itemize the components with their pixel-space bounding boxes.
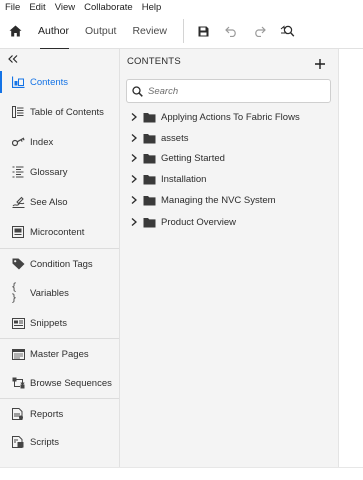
- sidebar-item-reports[interactable]: Reports: [0, 400, 119, 428]
- menu-view[interactable]: View: [55, 2, 75, 13]
- sidebar-item-browse-sequences[interactable]: Browse Sequences: [0, 369, 119, 397]
- sidebar-item-microcontent[interactable]: Microcontent: [0, 218, 119, 246]
- tree-folder-label: Installation: [161, 173, 207, 185]
- reports-icon: [11, 407, 25, 421]
- collapse-sidebar-button[interactable]: [8, 52, 18, 66]
- tree-folder-row[interactable]: assets: [129, 129, 188, 147]
- sidebar-divider: [0, 398, 119, 399]
- menu-file[interactable]: File: [5, 2, 20, 13]
- glossary-list-icon: [11, 165, 25, 179]
- tree-folder-row[interactable]: Product Overview: [129, 213, 236, 231]
- toolbar-divider: [182, 19, 184, 43]
- sidebar-item-snippets[interactable]: Snippets: [0, 309, 119, 337]
- redo-icon: [255, 26, 267, 37]
- search-box: [126, 79, 331, 103]
- tree-folder-label: assets: [161, 132, 189, 144]
- tree-folder-label: Product Overview: [161, 216, 236, 228]
- tab-author[interactable]: Author: [30, 14, 77, 50]
- snippet-icon: [11, 316, 25, 330]
- menu-help[interactable]: Help: [142, 2, 162, 13]
- home-button[interactable]: [0, 14, 30, 49]
- menu-bar: File Edit View Collaborate Help: [0, 0, 363, 14]
- undo-button[interactable]: [218, 14, 246, 49]
- status-bar: [0, 467, 363, 480]
- chevron-right-icon[interactable]: [129, 195, 139, 205]
- sidebar-divider: [0, 338, 119, 339]
- scripts-icon: [11, 435, 25, 449]
- plus-icon: [315, 59, 325, 69]
- folder-icon: [143, 195, 156, 206]
- contents-icon: [11, 75, 25, 89]
- panel-title: CONTENTS: [127, 56, 181, 67]
- left-sidebar: Contents Table of Contents Index Glossar…: [0, 49, 120, 467]
- editor-area-edge: [338, 49, 363, 467]
- tree-folder-label: Applying Actions To Fabric Flows: [161, 111, 300, 123]
- tree-folder-row[interactable]: Applying Actions To Fabric Flows: [129, 108, 300, 126]
- double-chevron-left-icon: [8, 55, 18, 63]
- home-icon: [9, 25, 21, 37]
- microcontent-icon: [11, 225, 25, 239]
- see-also-icon: [11, 195, 25, 209]
- redo-button[interactable]: [246, 14, 274, 49]
- chevron-right-icon[interactable]: [129, 174, 139, 184]
- main-toolbar: Author Output Review: [0, 14, 363, 50]
- chevron-right-icon[interactable]: [129, 133, 139, 143]
- sidebar-item-variables[interactable]: { } Variables: [0, 279, 119, 307]
- folder-icon: [143, 153, 156, 164]
- find-replace-icon: [281, 24, 295, 37]
- chevron-right-icon[interactable]: [129, 112, 139, 122]
- tree-folder-row[interactable]: Getting Started: [129, 149, 225, 167]
- sidebar-item-master-pages[interactable]: Master Pages: [0, 340, 119, 368]
- sidebar-item-condition-tags[interactable]: Condition Tags: [0, 250, 119, 278]
- chevron-right-icon[interactable]: [129, 153, 139, 163]
- sidebar-item-glossary[interactable]: Glossary: [0, 158, 119, 186]
- folder-icon: [143, 112, 156, 123]
- browse-sequence-icon: [11, 376, 25, 390]
- tree-folder-label: Getting Started: [161, 152, 225, 164]
- search-input[interactable]: [148, 85, 318, 97]
- menu-collaborate[interactable]: Collaborate: [84, 2, 133, 13]
- folder-icon: [143, 217, 156, 228]
- contents-panel: CONTENTS Applying Actions To Fabric Flow…: [120, 49, 338, 467]
- sidebar-item-table-of-contents[interactable]: Table of Contents: [0, 98, 119, 126]
- menu-edit[interactable]: Edit: [29, 2, 45, 13]
- undo-icon: [225, 26, 237, 37]
- save-icon: [198, 26, 209, 36]
- toc-icon: [11, 105, 25, 119]
- folder-icon: [143, 174, 156, 185]
- chevron-right-icon[interactable]: [129, 217, 139, 227]
- sidebar-item-scripts[interactable]: Scripts: [0, 428, 119, 456]
- folder-icon: [143, 133, 156, 144]
- add-button[interactable]: [313, 57, 327, 71]
- sidebar-item-contents[interactable]: Contents: [0, 68, 119, 96]
- search-icon: [132, 85, 143, 97]
- braces-icon: { }: [11, 282, 18, 304]
- find-replace-button[interactable]: [274, 14, 302, 49]
- master-page-icon: [11, 347, 25, 361]
- sidebar-divider: [0, 248, 119, 249]
- tree-folder-row[interactable]: Managing the NVC System: [129, 191, 276, 209]
- sidebar-item-see-also[interactable]: See Also: [0, 188, 119, 216]
- tree-folder-row[interactable]: Installation: [129, 170, 206, 188]
- sidebar-item-index[interactable]: Index: [0, 128, 119, 156]
- tab-output[interactable]: Output: [77, 14, 125, 49]
- tag-icon: [11, 257, 25, 271]
- tree-folder-label: Managing the NVC System: [161, 194, 276, 206]
- save-button[interactable]: [190, 14, 218, 49]
- tab-review[interactable]: Review: [124, 14, 174, 49]
- key-icon: [11, 135, 25, 149]
